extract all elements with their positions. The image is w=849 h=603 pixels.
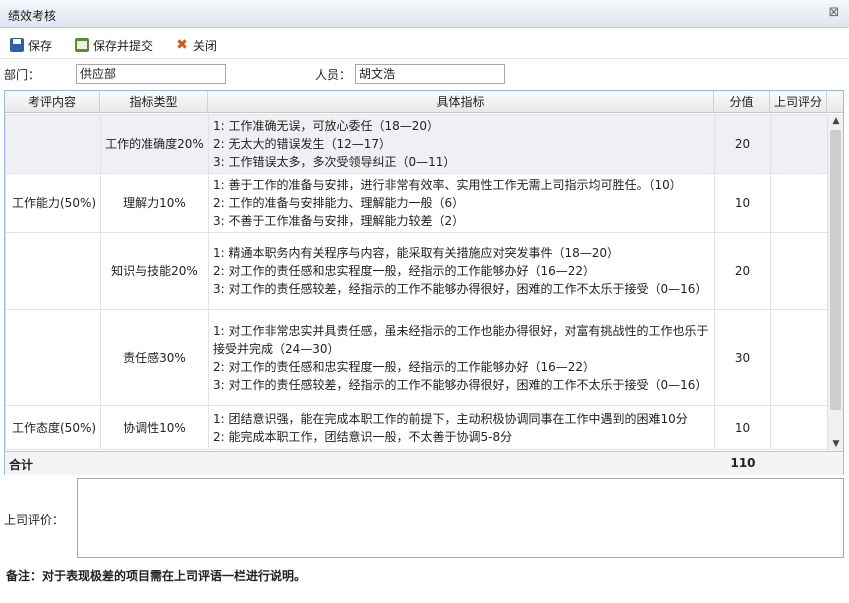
grid-header: 考评内容 指标类型 具体指标 分值 上司评分 <box>5 91 843 113</box>
score-cell: 10 <box>714 405 771 450</box>
note-text: 备注：对于表现极差的项目需在上司评语一栏进行说明。 <box>6 569 307 583</box>
save-icon <box>10 38 24 52</box>
detail-line: 1: 精通本职务内有关程序与内容，能采取有关措施应对突发事件（18—20） <box>213 246 620 260</box>
col-header-boss-score[interactable]: 上司评分 <box>770 91 827 113</box>
window-titlebar: 绩效考核 ⊠ <box>0 0 849 28</box>
person-row: 人员： 胡文浩 <box>315 63 506 85</box>
type-cell: 知识与技能20% <box>100 232 209 310</box>
boss-score-cell[interactable] <box>770 309 827 406</box>
detail-line: 2: 对工作的责任感和忠实程度一般，经指示的工作能够办好（16—22） <box>213 359 596 374</box>
detail-line: 1: 工作准确无误，可放心委任（18—20） <box>213 119 440 133</box>
table-row[interactable]: 责任感30% 1: 对工作非常忠实并具责任感，虽未经指示的工作也能办得很好，对富… <box>5 309 827 406</box>
score-cell: 20 <box>714 232 771 310</box>
category-cell <box>5 114 101 174</box>
supervisor-comment-input[interactable] <box>77 478 844 558</box>
person-field[interactable]: 胡文浩 <box>355 64 506 84</box>
save-button[interactable]: 保存 <box>10 36 52 54</box>
col-header-type[interactable]: 指标类型 <box>100 91 208 113</box>
detail-line: 1: 团结意识强，能在完成本职工作的前提下，主动积极协调同事在工作中遇到的困难1… <box>213 411 688 426</box>
scroll-thumb[interactable] <box>830 130 841 410</box>
detail-cell: 1: 精通本职务内有关程序与内容，能采取有关措施应对突发事件（18—20） 2:… <box>208 232 715 310</box>
submit-icon <box>75 38 89 52</box>
grid-scrollbar[interactable]: ▲ ▼ <box>827 114 843 451</box>
detail-line: 3: 工作错误太多，多次受领导纠正（0—11） <box>213 155 456 169</box>
type-cell: 工作的准确度20% <box>100 114 209 174</box>
summary-label: 合计 <box>9 458 34 472</box>
person-label: 人员： <box>315 67 352 82</box>
boss-score-cell[interactable] <box>770 405 827 450</box>
type-cell: 责任感30% <box>100 309 209 406</box>
table-row[interactable]: 知识与技能20% 1: 精通本职务内有关程序与内容，能采取有关措施应对突发事件（… <box>5 232 827 310</box>
detail-cell: 1: 善于工作的准备与安排，进行非常有效率、实用性工作无需上司指示均可胜任。（1… <box>208 173 715 233</box>
toolbar: 保存 保存并提交 ✖ 关闭 <box>0 29 849 59</box>
table-row[interactable]: 工作的准确度20% 1: 工作准确无误，可放心委任（18—20） 2: 无太大的… <box>5 114 827 174</box>
save-button-label: 保存 <box>28 38 53 53</box>
detail-line: 3: 对工作的责任感较差，经指示的工作不能够办得很好，困难的工作不太乐于接受（0… <box>213 282 708 296</box>
boss-score-cell[interactable] <box>770 232 827 310</box>
detail-line: 3: 不善于工作准备与安排，理解能力较差（2） <box>213 214 465 228</box>
type-cell: 协调性10% <box>100 405 209 450</box>
detail-line: 1: 善于工作的准备与安排，进行非常有效率、实用性工作无需上司指示均可胜任。（1… <box>213 178 682 192</box>
department-label: 部门： <box>4 67 41 82</box>
score-cell: 10 <box>714 173 771 233</box>
category-cell <box>5 232 101 310</box>
scroll-down-icon[interactable]: ▼ <box>828 437 844 451</box>
window-title: 绩效考核 <box>8 9 57 23</box>
grid-body: 工作的准确度20% 1: 工作准确无误，可放心委任（18—20） 2: 无太大的… <box>5 114 827 451</box>
category-cell: 工作态度(50%) <box>5 405 101 450</box>
boss-score-cell[interactable] <box>770 114 827 174</box>
detail-line: 2: 能完成本职工作，团结意识一般，不太善于协调5-8分 <box>213 429 513 444</box>
close-button[interactable]: ✖ 关闭 <box>175 36 217 54</box>
save-submit-button-label: 保存并提交 <box>93 38 154 53</box>
score-cell: 30 <box>714 309 771 406</box>
supervisor-comment-label: 上司评价： <box>4 513 65 527</box>
category-cell <box>5 309 101 406</box>
col-header-score[interactable]: 分值 <box>714 91 770 113</box>
save-submit-button[interactable]: 保存并提交 <box>75 36 153 54</box>
close-button-label: 关闭 <box>193 38 218 53</box>
scroll-up-icon[interactable]: ▲ <box>828 114 844 128</box>
cross-icon: ✖ <box>176 37 188 53</box>
category-cell: 工作能力(50%) <box>5 173 101 233</box>
boss-score-cell[interactable] <box>770 173 827 233</box>
detail-line: 2: 无太大的错误发生（12—17） <box>213 137 392 151</box>
type-cell: 理解力10% <box>100 173 209 233</box>
col-header-category[interactable]: 考评内容 <box>5 91 100 113</box>
detail-cell: 1: 工作准确无误，可放心委任（18—20） 2: 无太大的错误发生（12—17… <box>208 114 715 174</box>
detail-line: 2: 对工作的责任感和忠实程度一般，经指示的工作能够办好（16—22） <box>213 264 596 278</box>
department-row: 部门： 供应部 <box>4 63 227 85</box>
department-field[interactable]: 供应部 <box>76 64 227 84</box>
score-cell: 20 <box>714 114 771 174</box>
detail-cell: 1: 团结意识强，能在完成本职工作的前提下，主动积极协调同事在工作中遇到的困难1… <box>208 405 715 450</box>
detail-line: 2: 工作的准备与安排能力、理解能力一般（6） <box>213 196 465 210</box>
table-row[interactable]: 工作态度(50%) 协调性10% 1: 团结意识强，能在完成本职工作的前提下，主… <box>5 405 827 450</box>
summary-total: 110 <box>730 456 756 470</box>
col-header-detail[interactable]: 具体指标 <box>208 91 714 113</box>
detail-line: 1: 对工作非常忠实并具责任感，虽未经指示的工作也能办得很好，对富有挑战性的工作… <box>213 323 709 356</box>
detail-cell: 1: 对工作非常忠实并具责任感，虽未经指示的工作也能办得很好，对富有挑战性的工作… <box>208 309 715 406</box>
grid-summary-row: 合计 110 <box>5 451 843 475</box>
evaluation-grid: 考评内容 指标类型 具体指标 分值 上司评分 工作的准确度20% 1: 工作准确… <box>4 90 844 475</box>
table-row[interactable]: 工作能力(50%) 理解力10% 1: 善于工作的准备与安排，进行非常有效率、实… <box>5 173 827 233</box>
detail-line: 3: 对工作的责任感较差，经指示的工作不能够办得很好，困难的工作不太乐于接受（0… <box>213 377 708 392</box>
close-icon[interactable]: ⊠ <box>827 6 841 20</box>
